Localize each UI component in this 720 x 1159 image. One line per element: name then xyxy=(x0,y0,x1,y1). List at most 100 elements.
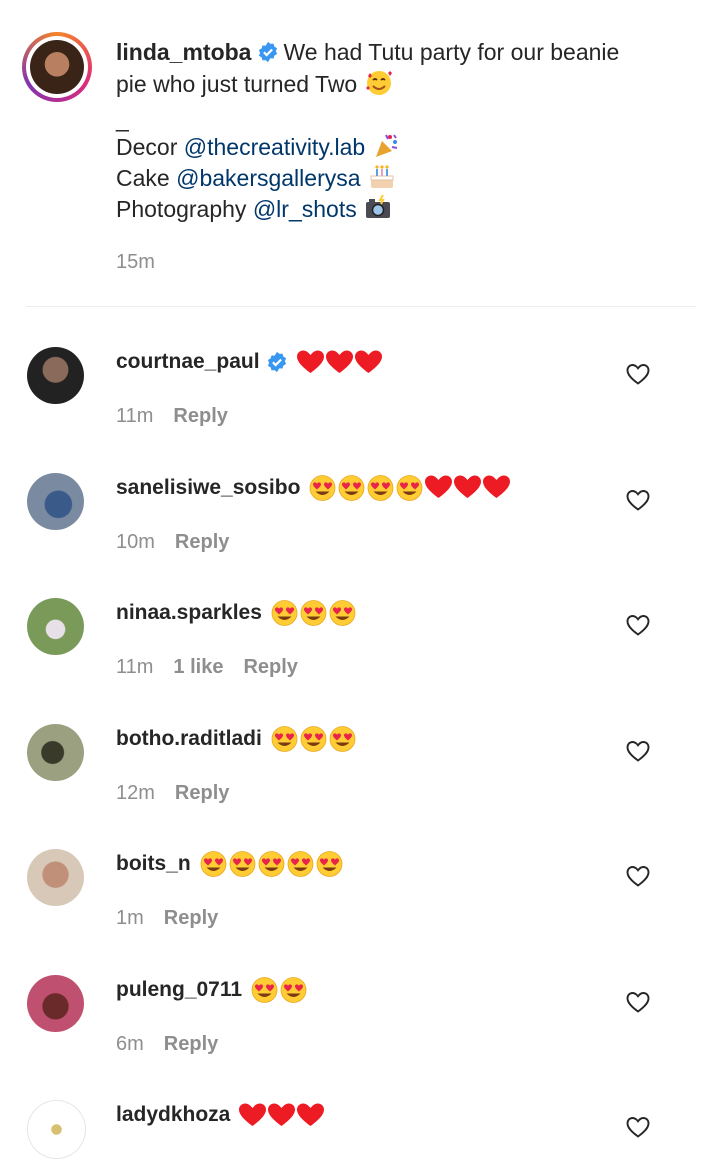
photo-mention-link[interactable]: @lr_shots xyxy=(253,196,357,222)
comment-username[interactable]: courtnae_paul xyxy=(116,350,260,374)
comment-emojis xyxy=(199,850,344,878)
comment-username[interactable]: ladydkhoza xyxy=(116,1103,230,1127)
comment-timestamp: 11m xyxy=(116,405,154,427)
heart-eyes-face-icon xyxy=(200,851,227,877)
heart-eyes-face-icon xyxy=(271,725,298,752)
red-heart-icon xyxy=(296,350,324,373)
red-heart-icon xyxy=(425,475,453,498)
caption-photo-line: Photography @lr_shots xyxy=(116,193,393,225)
comment-emojis xyxy=(270,599,357,627)
caption-cake-line: Cake @bakersgallerysa xyxy=(116,162,397,194)
heart-eyes-face-icon xyxy=(300,600,327,626)
like-heart-icon[interactable] xyxy=(626,1116,650,1138)
comment-timestamp: 11m xyxy=(116,656,154,678)
post-username[interactable]: linda_mtoba xyxy=(116,39,251,65)
heart-eyes-face-icon xyxy=(316,851,343,877)
comment-text: puleng_0711 xyxy=(116,975,308,1005)
commenter-avatar[interactable] xyxy=(27,723,84,781)
comment-likes-count[interactable]: 1 like xyxy=(173,656,223,678)
red-heart-icon xyxy=(268,1103,296,1126)
red-heart-icon xyxy=(325,350,353,373)
caption-text-line1: We had Tutu party for our beanie xyxy=(283,39,620,65)
red-heart-icon xyxy=(354,350,382,373)
heart-eyes-face-icon xyxy=(258,851,285,877)
like-heart-icon[interactable] xyxy=(626,991,650,1013)
comment-text: sanelisiwe_sosibo xyxy=(116,473,511,503)
comment-meta: 11m Reply xyxy=(116,405,228,428)
like-heart-icon[interactable] xyxy=(626,614,650,636)
heart-eyes-face-icon xyxy=(329,725,356,752)
decor-mention-link[interactable]: @thecreativity.lab xyxy=(184,134,365,160)
cake-mention-link[interactable]: @bakersgallerysa xyxy=(176,165,360,191)
heart-eyes-face-icon xyxy=(368,474,394,501)
commenter-avatar[interactable] xyxy=(27,598,84,655)
comment-emojis xyxy=(270,725,357,753)
comment-text: boits_n xyxy=(116,849,344,879)
reply-button[interactable]: Reply xyxy=(175,782,229,804)
heart-eyes-face-icon xyxy=(329,600,356,626)
comment-emojis xyxy=(250,976,308,1004)
heart-eyes-face-icon xyxy=(339,474,365,501)
comment-timestamp: 1m xyxy=(116,907,144,929)
like-heart-icon[interactable] xyxy=(626,865,650,887)
commenter-avatar[interactable] xyxy=(27,1100,86,1159)
comment-meta: 11m 1 like Reply xyxy=(116,656,298,679)
red-heart-icon xyxy=(483,475,511,498)
camera-with-flash-icon xyxy=(366,194,391,218)
like-heart-icon[interactable] xyxy=(626,740,650,762)
comment-emojis xyxy=(238,1102,325,1128)
verified-badge-icon xyxy=(259,41,278,63)
comment-timestamp: 10m xyxy=(116,530,155,553)
reply-button[interactable]: Reply xyxy=(175,531,229,553)
caption-line-2: pie who just turned Two xyxy=(116,68,394,100)
comment-text: botho.raditladi xyxy=(116,724,357,754)
divider xyxy=(26,306,696,307)
heart-eyes-face-icon xyxy=(287,851,314,877)
comment-username[interactable]: sanelisiwe_sosibo xyxy=(116,476,300,500)
decor-label: Decor xyxy=(116,134,178,160)
photo-label: Photography xyxy=(116,196,247,222)
heart-eyes-face-icon xyxy=(251,976,278,1003)
smiling-face-with-hearts-icon xyxy=(365,71,392,95)
commenter-avatar[interactable] xyxy=(27,849,84,906)
reply-button[interactable]: Reply xyxy=(164,907,218,929)
caption-text-line2: pie who just turned Two xyxy=(116,71,358,97)
comment-meta: 6m Reply xyxy=(116,1033,218,1056)
comment-text: ninaa.sparkles xyxy=(116,598,357,628)
like-heart-icon[interactable] xyxy=(626,489,650,511)
heart-eyes-face-icon xyxy=(271,600,298,626)
comment-meta: 1m Reply xyxy=(116,907,218,930)
comment-meta: 10m Reply xyxy=(116,531,229,554)
like-heart-icon[interactable] xyxy=(626,363,650,385)
post-timestamp: 15m xyxy=(116,251,155,273)
comment-username[interactable]: botho.raditladi xyxy=(116,727,262,751)
comment-emojis xyxy=(296,349,383,375)
commenter-avatar[interactable] xyxy=(27,472,84,530)
verified-badge-icon xyxy=(267,351,286,373)
comment-meta: 12m Reply xyxy=(116,782,229,805)
heart-eyes-face-icon xyxy=(397,474,423,501)
red-heart-icon xyxy=(297,1103,325,1126)
comment-username[interactable]: boits_n xyxy=(116,852,191,876)
reply-button[interactable]: Reply xyxy=(164,1033,218,1055)
commenter-avatar[interactable] xyxy=(27,347,84,404)
heart-eyes-face-icon xyxy=(310,474,336,501)
commenter-avatar[interactable] xyxy=(27,974,84,1032)
comment-timestamp: 12m xyxy=(116,781,155,804)
comment-emojis xyxy=(308,474,511,502)
post-author-avatar[interactable] xyxy=(22,32,92,102)
red-heart-icon xyxy=(239,1103,267,1126)
comment-timestamp: 6m xyxy=(116,1032,144,1055)
cake-label: Cake xyxy=(116,165,170,191)
comment-text: ladydkhoza xyxy=(116,1100,325,1130)
reply-button[interactable]: Reply xyxy=(243,656,297,678)
caption-line-1: linda_mtoba We had Tutu party for our bea… xyxy=(116,37,619,68)
caption-decor-line: Decor @thecreativity.lab xyxy=(116,131,400,163)
comment-username[interactable]: puleng_0711 xyxy=(116,978,242,1002)
heart-eyes-face-icon xyxy=(300,725,327,752)
comment-username[interactable]: ninaa.sparkles xyxy=(116,601,262,625)
reply-button[interactable]: Reply xyxy=(173,405,227,427)
heart-eyes-face-icon xyxy=(280,976,307,1003)
party-popper-icon xyxy=(375,134,397,157)
red-heart-icon xyxy=(454,475,482,498)
